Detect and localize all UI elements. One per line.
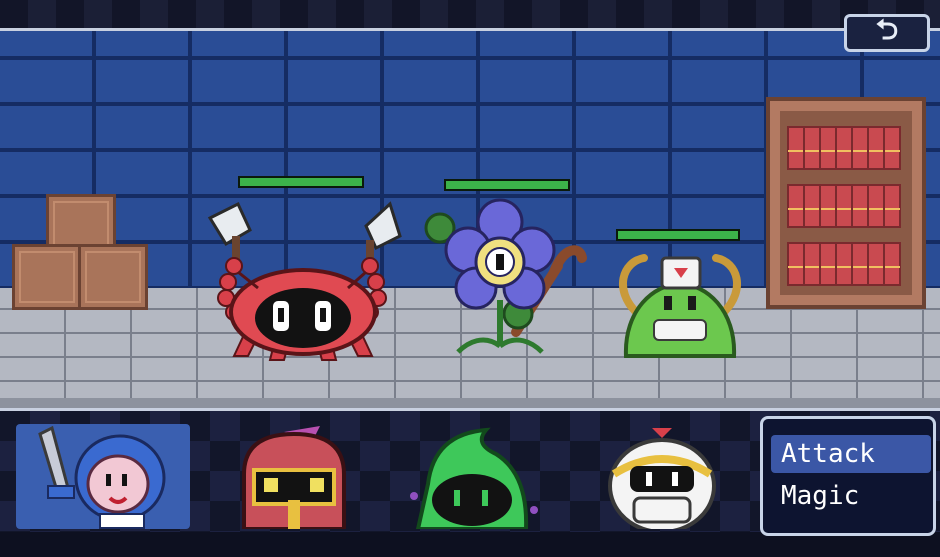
crate-left	[12, 244, 82, 310]
slime-enemy[interactable]	[614, 250, 746, 366]
magic-command[interactable]: Magic	[771, 477, 931, 515]
back-button[interactable]: ⮌	[844, 13, 930, 52]
cleric-hero-portrait[interactable]	[604, 424, 720, 529]
knight-hero-portrait[interactable]	[30, 424, 180, 529]
third-command[interactable]	[771, 519, 931, 557]
top-checker-strip	[0, 0, 940, 30]
mage-hero-portrait[interactable]	[404, 424, 540, 529]
armored-hero-portrait[interactable]	[230, 424, 360, 529]
crab-hp-bar	[238, 176, 364, 188]
attack-command[interactable]: Attack	[771, 435, 931, 473]
crab-enemy[interactable]	[198, 196, 408, 364]
return-arrow-icon: ⮌	[875, 13, 899, 46]
flower-enemy[interactable]	[424, 196, 588, 364]
bookshelf	[766, 97, 926, 309]
floor-edge	[0, 398, 940, 408]
crate-right	[78, 244, 148, 310]
flower-hp-bar	[444, 179, 570, 191]
slime-hp-bar	[616, 229, 740, 241]
command-menu: Attack Magic	[760, 416, 936, 536]
